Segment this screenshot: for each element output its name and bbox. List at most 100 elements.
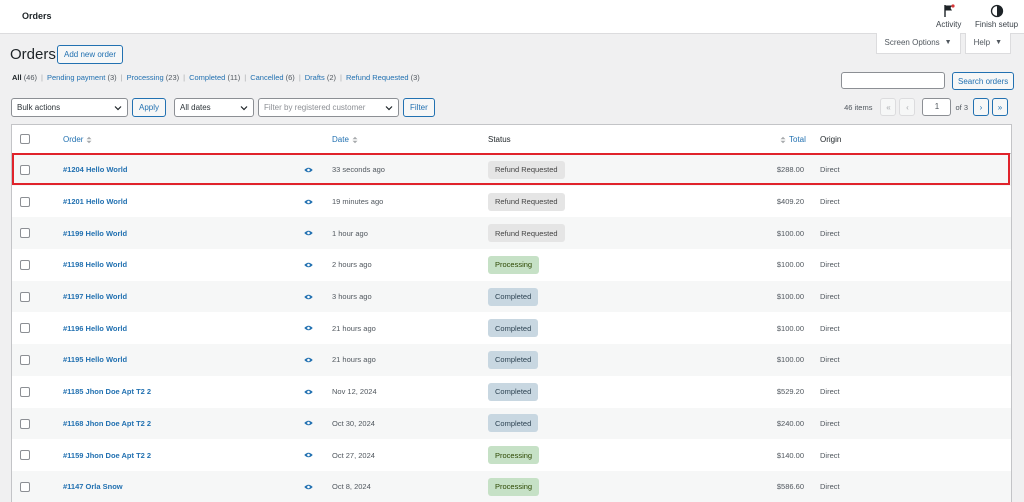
row-checkbox[interactable] (20, 386, 30, 397)
table-row[interactable]: #1147 Orla Snow Oct 8, 2024 Processing $586… (12, 470, 1011, 502)
help-button[interactable]: Help ▼ (964, 33, 1011, 54)
order-date: 21 hours ago (332, 355, 376, 365)
order-date: 3 hours ago (332, 292, 372, 302)
column-total-header[interactable]: Total (780, 135, 806, 144)
preview-eye-icon[interactable] (304, 154, 313, 186)
preview-eye-icon[interactable] (304, 376, 313, 408)
order-origin: Direct (820, 197, 840, 207)
screen-meta-links: Screen Options ▼ Help ▼ (875, 33, 1011, 54)
first-page-button: « (880, 98, 897, 116)
finish-setup-button[interactable]: Finish setup (975, 4, 1018, 29)
order-link[interactable]: #1199 Hello World (63, 217, 127, 249)
row-checkbox[interactable] (20, 355, 30, 366)
order-date: 21 hours ago (332, 323, 376, 333)
table-row[interactable]: #1159 Jhon Doe Apt T2 2 Oct 27, 2024 Proce… (12, 439, 1011, 471)
column-order-label: Order (63, 135, 84, 144)
preview-eye-icon[interactable] (304, 249, 313, 281)
table-row[interactable]: #1199 Hello World 1 hour ago Refund Reques… (12, 217, 1011, 250)
dates-value: All dates (180, 103, 211, 112)
column-status-label: Status (488, 135, 511, 144)
preview-eye-icon[interactable] (304, 186, 313, 218)
filter-link[interactable]: Processing (23) (127, 73, 180, 82)
table-row[interactable]: #1168 Jhon Doe Apt T2 2 Oct 30, 2024 Compl… (12, 407, 1011, 440)
filter-link[interactable]: Cancelled (6) (250, 73, 295, 82)
search-input[interactable] (841, 72, 945, 89)
order-link[interactable]: #1195 Hello World (63, 344, 127, 376)
apply-button[interactable]: Apply (132, 98, 167, 117)
current-page-input[interactable]: 1 (922, 98, 952, 116)
status-badge: Completed (488, 382, 539, 401)
bulk-actions-select[interactable]: Bulk actions (11, 98, 128, 117)
screen-options-label: Screen Options (884, 38, 940, 47)
filter-link[interactable]: Refund Requested (3) (346, 73, 420, 82)
row-checkbox[interactable] (20, 291, 30, 302)
filter-label: Pending payment (46, 73, 106, 82)
filter-label: All (12, 73, 22, 82)
filter-count: (23) (165, 73, 180, 82)
row-checkbox[interactable] (20, 260, 30, 271)
next-page-button[interactable]: › (973, 98, 989, 116)
filter-link[interactable]: Drafts (2) (305, 73, 336, 82)
preview-eye-icon[interactable] (304, 439, 313, 471)
order-total: $100.00 (776, 323, 804, 333)
preview-eye-icon[interactable] (304, 471, 313, 502)
column-date-header[interactable]: Date (332, 135, 358, 144)
filter-separator: | (183, 73, 186, 82)
order-date: 33 seconds ago (332, 165, 385, 175)
order-link[interactable]: #1204 Hello World (63, 154, 127, 186)
preview-eye-icon[interactable] (304, 344, 313, 376)
preview-eye-icon[interactable] (304, 281, 313, 313)
order-link[interactable]: #1159 Jhon Doe Apt T2 2 (63, 439, 151, 471)
chevron-down-icon (240, 105, 248, 110)
column-origin-label: Origin (820, 135, 842, 144)
row-checkbox[interactable] (20, 196, 30, 207)
column-order-header[interactable]: Order (63, 135, 92, 144)
finish-setup-label: Finish setup (975, 20, 1019, 29)
preview-eye-icon[interactable] (304, 408, 313, 440)
table-row[interactable]: #1204 Hello World 33 seconds ago Refund Re… (12, 154, 1011, 186)
chevron-down-icon (114, 105, 122, 110)
filter-count: (11) (227, 73, 241, 82)
status-cell: Completed (488, 312, 539, 344)
filter-link[interactable]: All (46) (12, 73, 37, 82)
table-row[interactable]: #1198 Hello World 2 hours ago Processing $1… (12, 249, 1011, 281)
row-checkbox[interactable] (20, 418, 30, 429)
table-row[interactable]: #1201 Hello World 19 minutes ago Refund Re… (12, 186, 1011, 218)
dates-select[interactable]: All dates (174, 98, 254, 117)
column-total-label: Total (789, 135, 806, 144)
status-badge: Refund Requested (488, 224, 565, 243)
order-link[interactable]: #1197 Hello World (63, 281, 127, 313)
screen-options-button[interactable]: Screen Options ▼ (875, 33, 961, 54)
table-header: Order Date Status Total Origin (12, 125, 1011, 154)
filter-link[interactable]: Completed (11) (189, 73, 240, 82)
table-row[interactable]: #1195 Hello World 21 hours ago Completed $1… (12, 344, 1011, 376)
customer-select[interactable]: Filter by registered customer (258, 98, 399, 117)
select-all-checkbox[interactable] (20, 134, 30, 144)
order-link[interactable]: #1201 Hello World (63, 186, 127, 218)
order-link[interactable]: #1196 Hello World (63, 312, 127, 344)
search-orders-button[interactable]: Search orders (952, 72, 1015, 90)
table-row[interactable]: #1196 Hello World 21 hours ago Completed $1… (12, 312, 1011, 344)
order-link[interactable]: #1147 Orla Snow (63, 471, 123, 502)
order-origin: Direct (820, 260, 840, 270)
row-checkbox[interactable] (20, 481, 30, 492)
row-checkbox[interactable] (20, 165, 30, 175)
preview-eye-icon[interactable] (304, 217, 313, 249)
table-row[interactable]: #1197 Hello World 3 hours ago Completed $10… (12, 280, 1011, 313)
order-link[interactable]: #1198 Hello World (63, 249, 127, 281)
row-checkbox[interactable] (20, 228, 30, 239)
total-pages: of 3 (955, 102, 968, 112)
order-link[interactable]: #1168 Jhon Doe Apt T2 2 (63, 408, 151, 440)
filter-link[interactable]: Pending payment (3) (47, 73, 117, 82)
status-filters: All (46) | Pending payment (3) | Processing … (12, 73, 420, 82)
add-new-order-button[interactable]: Add new order (57, 45, 124, 64)
preview-eye-icon[interactable] (304, 312, 313, 344)
filter-count: (6) (285, 73, 295, 82)
table-row[interactable]: #1185 Jhon Doe Apt T2 2 Nov 12, 2024 Compl… (12, 376, 1011, 408)
activity-button[interactable]: Activity (936, 4, 961, 29)
row-checkbox[interactable] (20, 323, 30, 334)
order-link[interactable]: #1185 Jhon Doe Apt T2 2 (63, 376, 151, 408)
row-checkbox[interactable] (20, 450, 30, 461)
last-page-button[interactable]: » (992, 98, 1008, 116)
filter-button[interactable]: Filter (403, 98, 435, 117)
